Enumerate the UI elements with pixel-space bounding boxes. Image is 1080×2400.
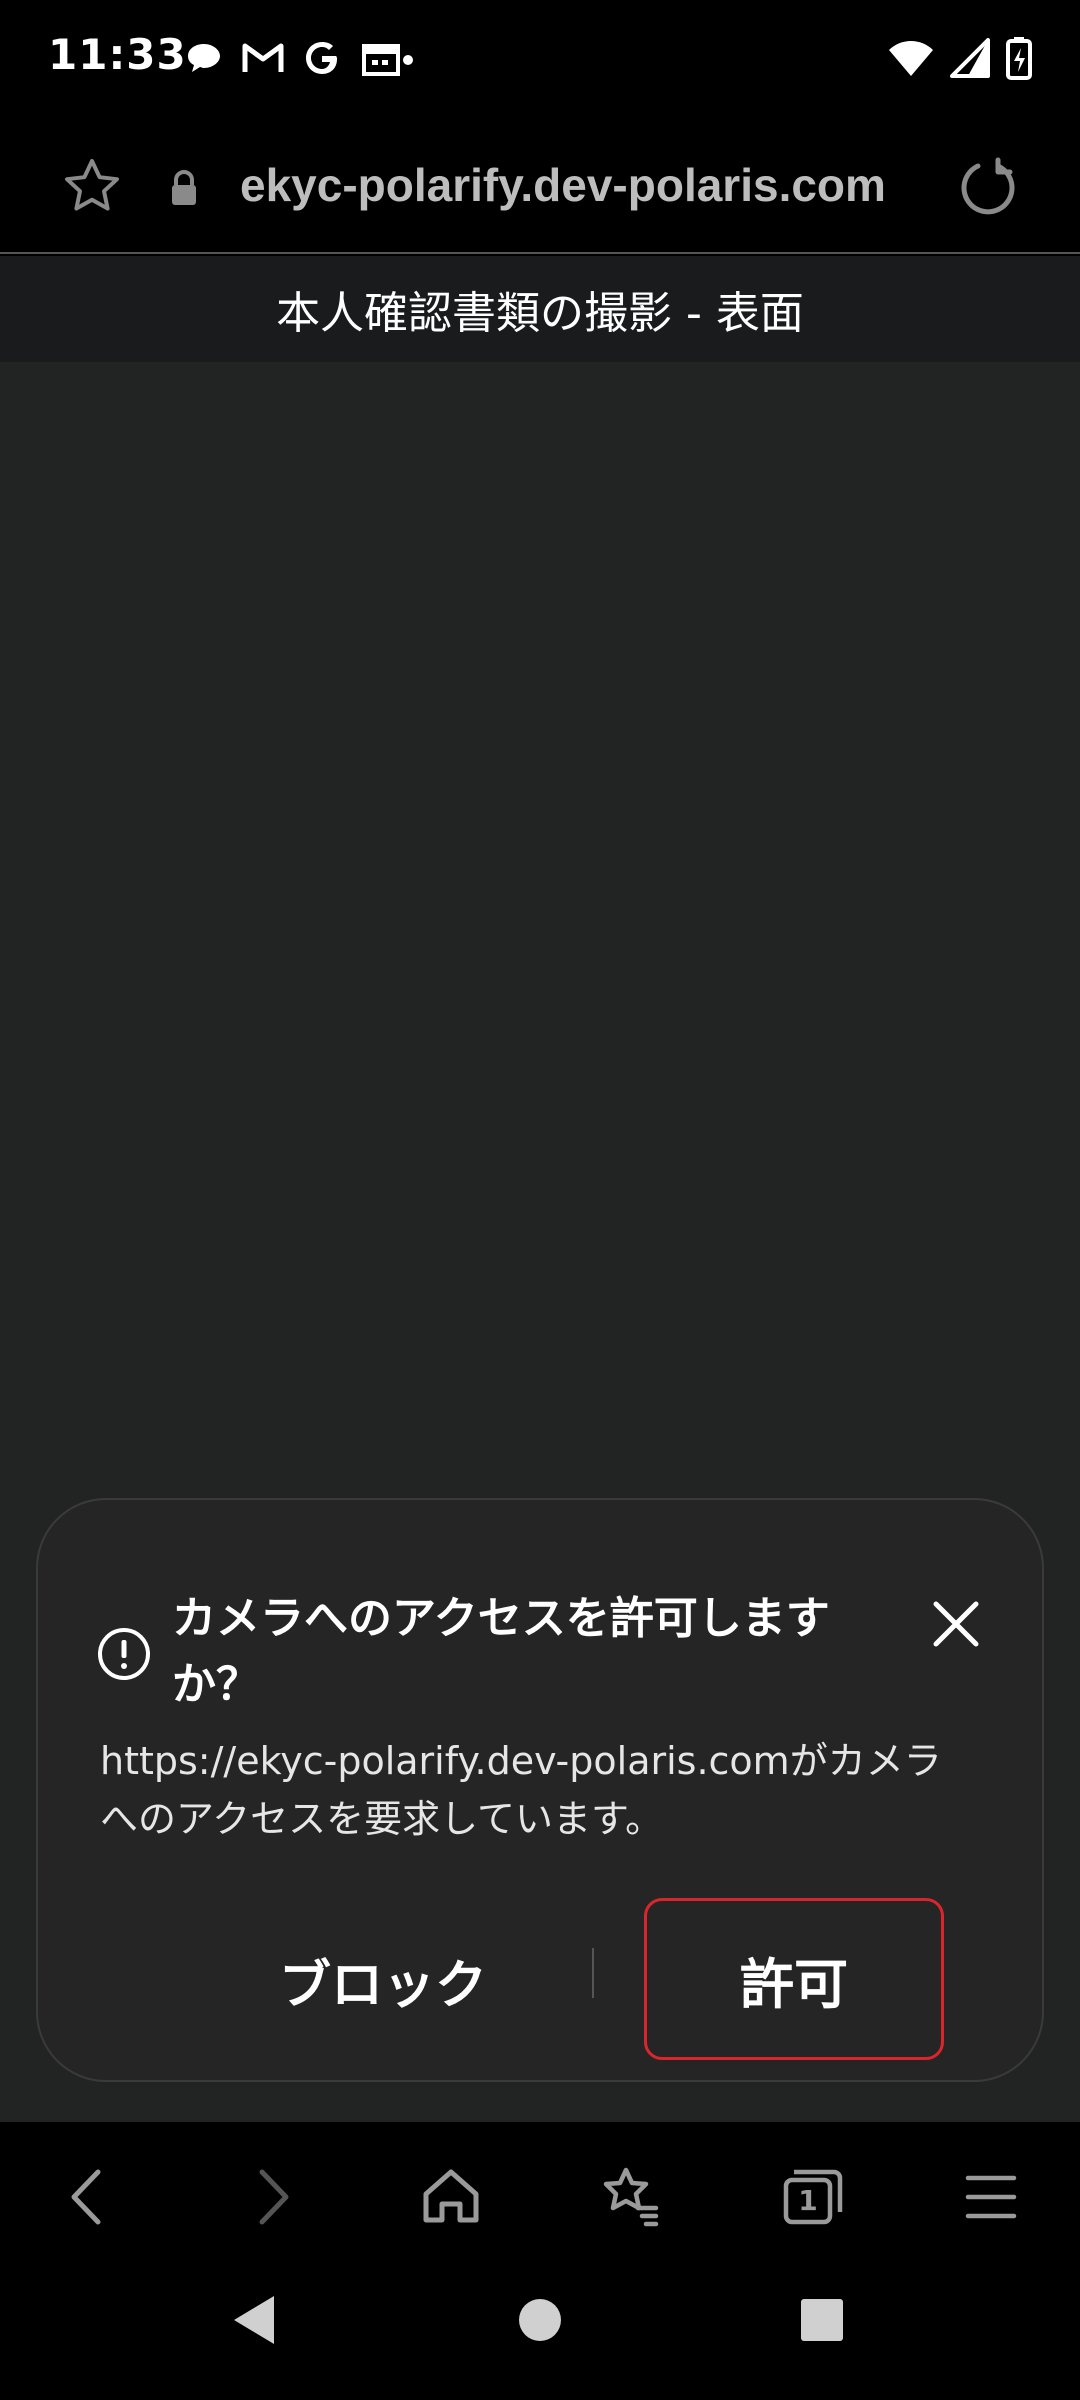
browser-toolbar: 1 [0,2122,1080,2270]
dialog-message: https://ekyc-polarify.dev-polaris.comがカメ… [100,1739,942,1841]
gmail-icon [242,43,284,72]
chat-bubble-icon [188,44,220,72]
page-title: 本人確認書類の撮影 - 表面 [276,288,804,339]
bookmarks-icon[interactable] [596,2162,666,2232]
calendar-icon [362,44,413,76]
wifi-icon [889,41,933,76]
tabs-button[interactable]: 1 [776,2162,846,2232]
system-navigation-bar [0,2270,1080,2400]
signal-icon [950,38,990,78]
page-header: 本人確認書類の撮影 - 表面 [0,256,1080,362]
notification-icons [184,38,416,78]
camera-permission-dialog: カメラへのアクセスを許可しますか？ https://ekyc-polarify.… [36,1498,1044,2082]
url-field[interactable]: ekyc-polarify.dev-polaris.com [240,158,886,212]
warning-icon [98,1628,150,1680]
tab-count: 1 [798,2184,818,2217]
system-status-icons [888,36,1032,80]
allow-button[interactable]: 許可 [644,1898,944,2060]
reload-icon[interactable] [956,156,1020,220]
status-time: 11:33 [48,30,187,79]
dialog-title: カメラへのアクセスを許可しますか？ [172,1593,830,1710]
star-icon[interactable] [62,156,122,216]
status-bar: 11:33 [0,0,1080,120]
block-button[interactable]: ブロック [188,1920,578,2040]
home-circle-icon[interactable] [510,2290,570,2350]
lock-icon[interactable] [168,170,200,206]
home-icon[interactable] [416,2162,486,2232]
close-icon[interactable] [928,1596,984,1652]
back-icon[interactable] [54,2162,124,2232]
battery-charging-icon [1006,37,1032,80]
forward-icon[interactable] [236,2162,306,2232]
address-bar: ekyc-polarify.dev-polaris.com [0,120,1080,254]
recents-square-icon[interactable] [792,2290,852,2350]
google-icon [306,42,337,74]
back-triangle-icon[interactable] [226,2290,286,2350]
button-divider [592,1948,594,1998]
menu-icon[interactable] [956,2162,1026,2232]
